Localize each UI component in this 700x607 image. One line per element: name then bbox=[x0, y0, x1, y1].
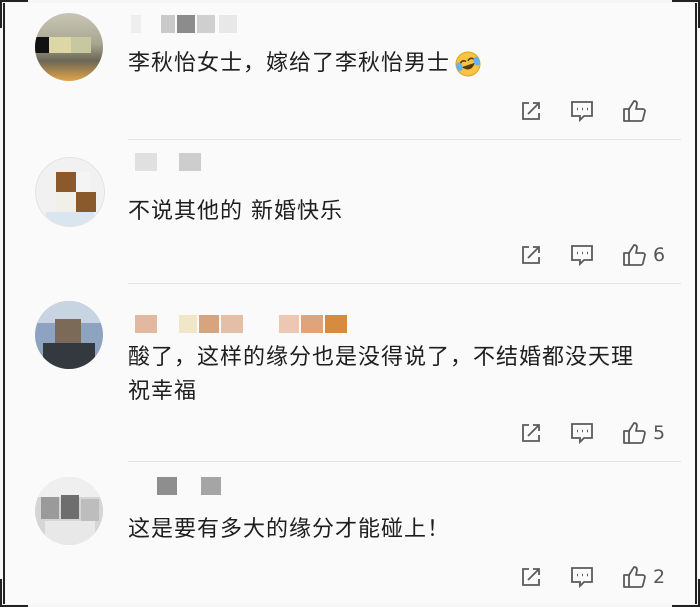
reply-button[interactable] bbox=[569, 99, 595, 123]
thumbs-up-icon bbox=[623, 100, 646, 122]
share-icon bbox=[522, 102, 540, 120]
username-redacted bbox=[135, 315, 355, 333]
username-redacted bbox=[157, 477, 227, 495]
frame-corner bbox=[0, 579, 2, 607]
comment-text: 这是要有多大的缘分才能碰上！ bbox=[128, 517, 451, 542]
comment-item: 酸了，这样的缘分也是没得说了，不结婚都没天理祝幸福 5 bbox=[5, 285, 695, 462]
thumbs-up-icon bbox=[623, 566, 646, 588]
comment-text: 酸了，这样的缘分也是没得说了，不结婚都没天理祝幸福 bbox=[128, 345, 635, 404]
username-redacted bbox=[131, 15, 241, 33]
like-button[interactable]: 5 bbox=[621, 420, 667, 446]
like-count: 2 bbox=[653, 566, 666, 588]
comment-actions: 6 bbox=[493, 239, 667, 271]
share-icon bbox=[522, 246, 540, 264]
comment-list: 李秋怡女士，嫁给了李秋怡男士 不说其他的 新婚快乐 6 酸了，这样的缘分也是没得… bbox=[3, 3, 697, 604]
reply-comment-icon bbox=[571, 423, 593, 445]
like-count: 6 bbox=[653, 244, 666, 266]
comment-actions: 5 bbox=[493, 417, 667, 449]
comment-text: 不说其他的 新婚快乐 bbox=[128, 199, 343, 224]
comment-item: 李秋怡女士，嫁给了李秋怡男士 bbox=[5, 3, 695, 143]
comment-actions: 2 bbox=[493, 561, 667, 593]
comment-actions bbox=[493, 95, 667, 127]
reply-button[interactable] bbox=[569, 421, 595, 445]
laughing-crying-emoji-icon bbox=[454, 50, 482, 78]
avatar[interactable] bbox=[35, 157, 105, 227]
share-button[interactable] bbox=[519, 243, 543, 267]
avatar[interactable] bbox=[35, 13, 103, 81]
share-icon bbox=[522, 568, 540, 586]
divider bbox=[128, 139, 681, 140]
divider bbox=[128, 283, 681, 284]
comment-text: 李秋怡女士，嫁给了李秋怡男士 bbox=[128, 47, 655, 81]
share-button[interactable] bbox=[519, 99, 543, 123]
share-icon bbox=[522, 424, 540, 442]
like-button[interactable] bbox=[621, 98, 667, 124]
like-count: 5 bbox=[653, 422, 666, 444]
reply-button[interactable] bbox=[569, 243, 595, 267]
username-redacted bbox=[135, 153, 215, 171]
like-button[interactable]: 6 bbox=[621, 242, 667, 268]
thumbs-up-icon bbox=[623, 422, 646, 444]
comment-item: 这是要有多大的缘分才能碰上！ 2 bbox=[5, 463, 695, 607]
frame-corner bbox=[0, 0, 28, 2]
frame-corner bbox=[672, 0, 700, 2]
avatar[interactable] bbox=[35, 477, 103, 545]
reply-button[interactable] bbox=[569, 565, 595, 589]
thumbs-up-icon bbox=[623, 244, 646, 266]
share-button[interactable] bbox=[519, 565, 543, 589]
frame-corner bbox=[0, 0, 2, 28]
reply-comment-icon bbox=[571, 101, 593, 123]
like-button[interactable]: 2 bbox=[621, 564, 667, 590]
divider bbox=[128, 461, 681, 462]
comment-item: 不说其他的 新婚快乐 6 bbox=[5, 143, 695, 284]
reply-comment-icon bbox=[571, 567, 593, 589]
reply-comment-icon bbox=[571, 245, 593, 267]
share-button[interactable] bbox=[519, 421, 543, 445]
avatar[interactable] bbox=[35, 301, 103, 369]
